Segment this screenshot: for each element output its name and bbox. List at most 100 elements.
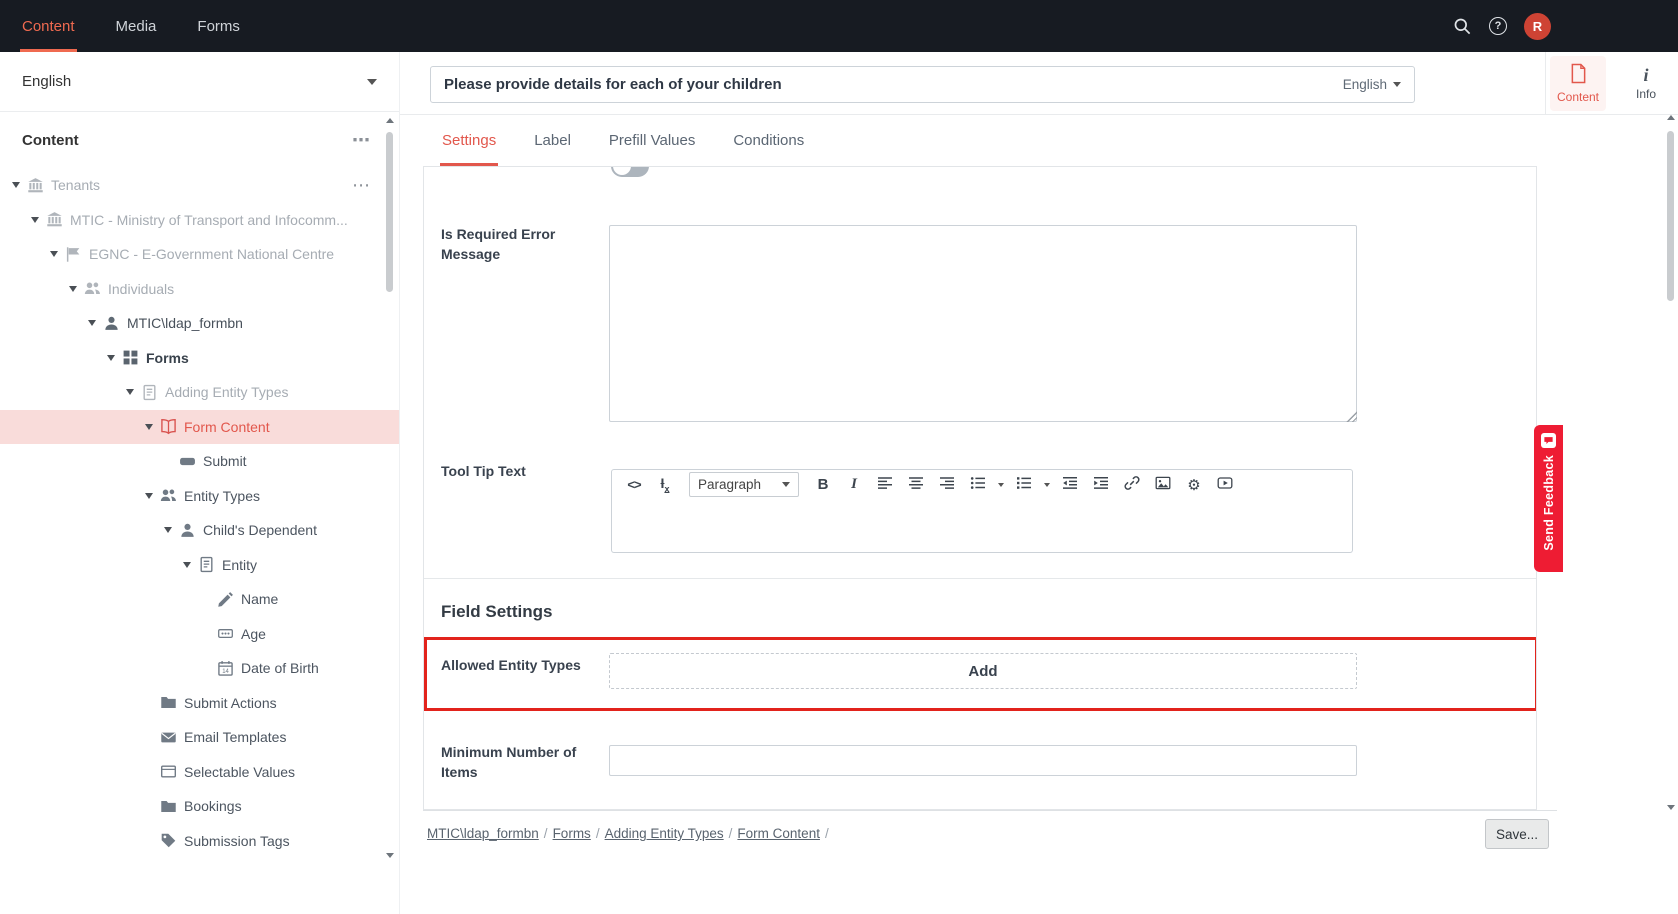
tree-item-individuals[interactable]: Individuals [0, 272, 399, 307]
tree-item-submission-tags[interactable]: Submission Tags [0, 824, 399, 859]
tree-item-entity-types[interactable]: Entity Types [0, 479, 399, 514]
align-right-button[interactable] [934, 472, 960, 498]
outdent-button[interactable] [1057, 472, 1083, 498]
align-left-button[interactable] [872, 472, 898, 498]
more-menu-icon[interactable]: ⋯ [352, 175, 371, 196]
panel-tab-content[interactable]: Content [1550, 56, 1606, 111]
expander-icon[interactable] [31, 217, 39, 223]
pencil-icon [217, 591, 234, 608]
breadcrumb-link-adding-entity-types[interactable]: Adding Entity Types [605, 826, 724, 841]
ordered-list-button[interactable] [1011, 472, 1037, 498]
tree-item-egnc-e-government-national-centre[interactable]: EGNC - E-Government National Centre [0, 237, 399, 272]
tree-item-mtic-ministry-of-transport-and-infocomm[interactable]: MTIC - Ministry of Transport and Infocom… [0, 203, 399, 238]
tab-settings[interactable]: Settings [440, 115, 498, 166]
tree-item-tenants[interactable]: Tenants ⋯ [0, 168, 399, 203]
unordered-list-caret-icon[interactable] [996, 472, 1006, 498]
title-input[interactable] [444, 76, 1343, 93]
code-button[interactable]: <> [621, 472, 647, 498]
tree-item-date-of-birth[interactable]: 14Date of Birth [0, 651, 399, 686]
tree-item-label: Selectable Values [184, 764, 295, 780]
code-icon: <> [627, 477, 640, 492]
expander-icon[interactable] [164, 527, 172, 533]
tree-item-age[interactable]: Age [0, 617, 399, 652]
expander-icon[interactable] [69, 286, 77, 292]
unordered-list-button[interactable] [965, 472, 991, 498]
expander-icon[interactable] [12, 182, 20, 188]
required-toggle[interactable] [611, 166, 649, 177]
save-button[interactable]: Save... [1485, 819, 1549, 849]
is-required-error-textarea[interactable] [609, 225, 1357, 422]
panel-tab-info[interactable]: i Info [1618, 56, 1674, 111]
clear-formatting-button[interactable]: Ix [652, 472, 678, 498]
main-scrollbar[interactable] [1665, 115, 1677, 810]
header-language-dropdown[interactable]: English [1343, 77, 1401, 92]
tree-item-mtic-ldap-formbn[interactable]: MTIC\ldap_formbn [0, 306, 399, 341]
allowed-entity-types-add-button[interactable]: Add [609, 653, 1357, 689]
breadcrumb-link-forms[interactable]: Forms [553, 826, 591, 841]
tree-item-form-content[interactable]: Form Content [0, 410, 399, 445]
nav-item-forms[interactable]: Forms [195, 0, 242, 52]
scroll-up-icon[interactable] [1667, 115, 1675, 120]
expander-icon[interactable] [50, 251, 58, 257]
tree-item-selectable-values[interactable]: Selectable Values [0, 755, 399, 790]
settings-button[interactable]: ⚙ [1181, 472, 1207, 498]
avatar[interactable]: R [1524, 13, 1551, 40]
link-button[interactable] [1119, 472, 1145, 498]
tree-item-name[interactable]: Name [0, 582, 399, 617]
scrollbar-thumb[interactable] [386, 132, 393, 292]
expander-icon[interactable] [126, 389, 134, 395]
bold-button[interactable]: B [810, 472, 836, 498]
tree-item-child-s-dependent[interactable]: Child's Dependent [0, 513, 399, 548]
more-menu-icon[interactable]: ⋯ [352, 130, 371, 151]
image-icon [1155, 475, 1171, 494]
outdent-icon [1062, 475, 1078, 494]
tree-item-adding-entity-types[interactable]: Adding Entity Types [0, 375, 399, 410]
tree-item-email-templates[interactable]: Email Templates [0, 720, 399, 755]
nav-item-media[interactable]: Media [114, 0, 159, 52]
expander-icon[interactable] [145, 424, 153, 430]
video-button[interactable] [1212, 472, 1238, 498]
send-feedback-tab[interactable]: Send Feedback [1534, 425, 1563, 572]
tooltip-editor-body[interactable] [611, 499, 1353, 553]
tab-conditions[interactable]: Conditions [731, 115, 806, 166]
expander-icon[interactable] [183, 562, 191, 568]
align-center-button[interactable] [903, 472, 929, 498]
tree-item-label: Tenants [51, 177, 100, 193]
expander-icon[interactable] [145, 493, 153, 499]
italic-button[interactable]: I [841, 472, 867, 498]
tree-item-label: Name [241, 591, 278, 607]
breadcrumb-link-mtic-ldap-formbn[interactable]: MTIC\ldap_formbn [427, 826, 539, 841]
tree-item-forms[interactable]: Forms [0, 341, 399, 376]
person-icon [103, 315, 120, 332]
scroll-up-icon[interactable] [386, 118, 394, 123]
expander-icon[interactable] [107, 355, 115, 361]
search-icon[interactable] [1452, 16, 1472, 36]
nav-item-content[interactable]: Content [20, 0, 77, 52]
tree-item-submit[interactable]: Submit [0, 444, 399, 479]
sidebar-scrollbar[interactable] [384, 118, 396, 858]
link-icon [1124, 475, 1140, 494]
ordered-list-caret-icon[interactable] [1042, 472, 1052, 498]
indent-button[interactable] [1088, 472, 1114, 498]
tree-item-label: Entity Types [184, 488, 260, 504]
language-selector[interactable]: English [0, 52, 399, 112]
paragraph-style-select[interactable]: Paragraph [689, 472, 799, 497]
calendar-icon: 14 [217, 660, 234, 677]
scroll-down-icon[interactable] [386, 853, 394, 858]
clear-formatting-icon: Ix [661, 475, 670, 494]
tree-item-bookings[interactable]: Bookings [0, 789, 399, 824]
minimum-items-input[interactable] [609, 745, 1357, 776]
video-icon [1217, 475, 1233, 494]
scrollbar-thumb[interactable] [1667, 131, 1674, 301]
tree-item-entity[interactable]: Entity [0, 548, 399, 583]
editor-header: English [400, 52, 1545, 115]
breadcrumb-link-form-content[interactable]: Form Content [737, 826, 820, 841]
tree-item-submit-actions[interactable]: Submit Actions [0, 686, 399, 721]
chevron-down-icon [782, 482, 790, 487]
tab-prefill-values[interactable]: Prefill Values [607, 115, 697, 166]
scroll-down-icon[interactable] [1667, 805, 1675, 810]
tab-label[interactable]: Label [532, 115, 573, 166]
expander-icon[interactable] [88, 320, 96, 326]
image-button[interactable] [1150, 472, 1176, 498]
help-icon[interactable]: ? [1489, 17, 1507, 35]
